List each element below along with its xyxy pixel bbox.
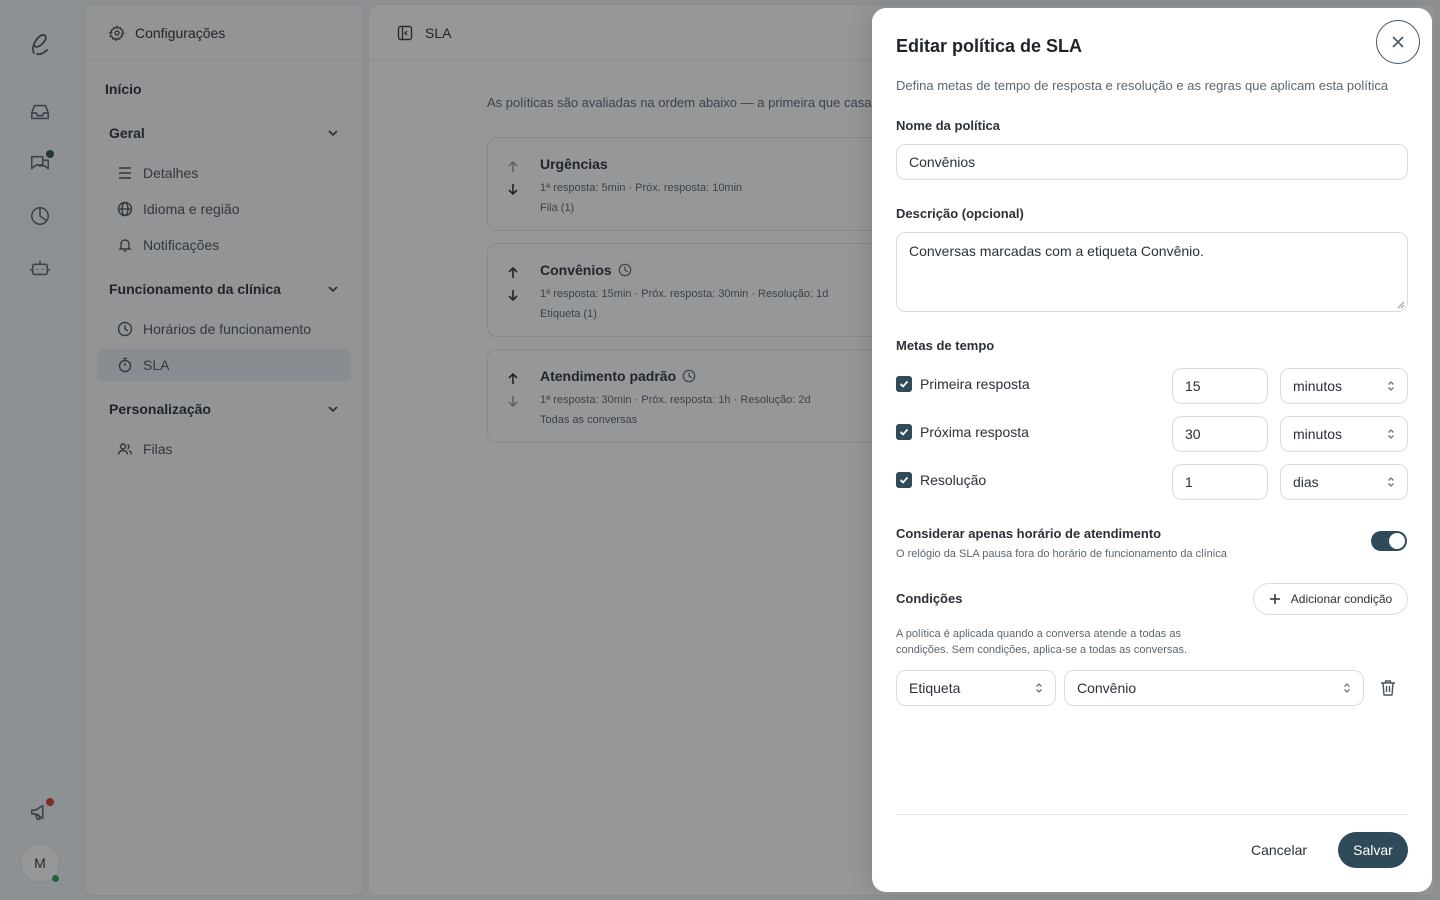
chevron-updown-icon: [1387, 380, 1395, 392]
add-condition-button[interactable]: Adicionar condição: [1253, 583, 1408, 615]
chevron-updown-icon: [1035, 682, 1043, 694]
checkbox[interactable]: [896, 424, 912, 440]
add-condition-label: Adicionar condição: [1290, 592, 1393, 606]
condition-value: Convênio: [1077, 680, 1137, 696]
conditions-hint-line-1: A política é aplicada quando a conversa …: [896, 628, 1181, 640]
chevron-updown-icon: [1387, 476, 1395, 488]
cancel-button[interactable]: Cancelar: [1238, 832, 1320, 868]
unit-select[interactable]: minutos: [1280, 368, 1408, 404]
close-icon: [1392, 36, 1404, 48]
business-hours-label: Considerar apenas horário de atendimento: [896, 526, 1162, 541]
cancel-label: Cancelar: [1250, 842, 1308, 858]
save-label: Salvar: [1353, 842, 1393, 858]
chevron-updown-icon: [1387, 428, 1395, 440]
resize-handle-icon[interactable]: [1397, 301, 1405, 309]
target-row-resolucao: Resolução: [896, 472, 986, 488]
target-label: Primeira resposta: [920, 376, 1030, 392]
chevron-updown-icon: [1343, 682, 1351, 694]
unit-value: minutos: [1293, 378, 1343, 394]
target-label: Resolução: [920, 472, 987, 488]
policy-name-label: Nome da política: [896, 118, 1001, 133]
checkbox[interactable]: [896, 472, 912, 488]
business-hours-toggle[interactable]: [1371, 531, 1407, 551]
edit-sla-policy-modal: Editar política de SLA Defina metas de t…: [872, 8, 1432, 892]
modal-title: Editar política de SLA: [896, 36, 1083, 56]
conditions-hint-line-2: condições. Sem condições, aplica-se a to…: [896, 644, 1188, 656]
targets-label: Metas de tempo: [896, 338, 995, 353]
target-value: 1: [1185, 474, 1193, 490]
unit-value: minutos: [1293, 426, 1343, 442]
plus-icon: [1269, 593, 1281, 605]
target-value: 30: [1185, 426, 1201, 442]
close-button[interactable]: [1376, 20, 1420, 64]
target-row-primeira-resposta: Primeira resposta: [896, 376, 1030, 392]
modal-subtitle: Defina metas de tempo de resposta e reso…: [896, 78, 1389, 93]
condition-value-select[interactable]: Convênio: [1064, 670, 1364, 706]
condition-field-value: Etiqueta: [909, 680, 961, 696]
target-value-input[interactable]: 15: [1172, 368, 1268, 404]
footer-divider: [896, 814, 1408, 815]
policy-name-input[interactable]: Convênios: [896, 144, 1408, 180]
target-value: 15: [1185, 378, 1201, 394]
description-textarea[interactable]: Conversas marcadas com a etiqueta Convên…: [896, 232, 1408, 312]
policy-name-value: Convênios: [909, 154, 976, 170]
toggle-knob: [1389, 533, 1405, 549]
target-row-proxima-resposta: Próxima resposta: [896, 424, 1029, 440]
condition-field-select[interactable]: Etiqueta: [896, 670, 1056, 706]
unit-select[interactable]: minutos: [1280, 416, 1408, 452]
unit-value: dias: [1293, 474, 1319, 490]
save-button[interactable]: Salvar: [1338, 832, 1408, 868]
description-value: Conversas marcadas com a etiqueta Convên…: [909, 243, 1204, 259]
unit-select[interactable]: dias: [1280, 464, 1408, 500]
conditions-label: Condições: [896, 591, 963, 606]
target-label: Próxima resposta: [920, 424, 1029, 440]
business-hours-hint: O relógio da SLA pausa fora do horário d…: [896, 548, 1227, 560]
description-label: Descrição (opcional): [896, 206, 1024, 221]
target-value-input[interactable]: 1: [1172, 464, 1268, 500]
trash-icon[interactable]: [1380, 679, 1396, 697]
checkbox[interactable]: [896, 376, 912, 392]
target-value-input[interactable]: 30: [1172, 416, 1268, 452]
